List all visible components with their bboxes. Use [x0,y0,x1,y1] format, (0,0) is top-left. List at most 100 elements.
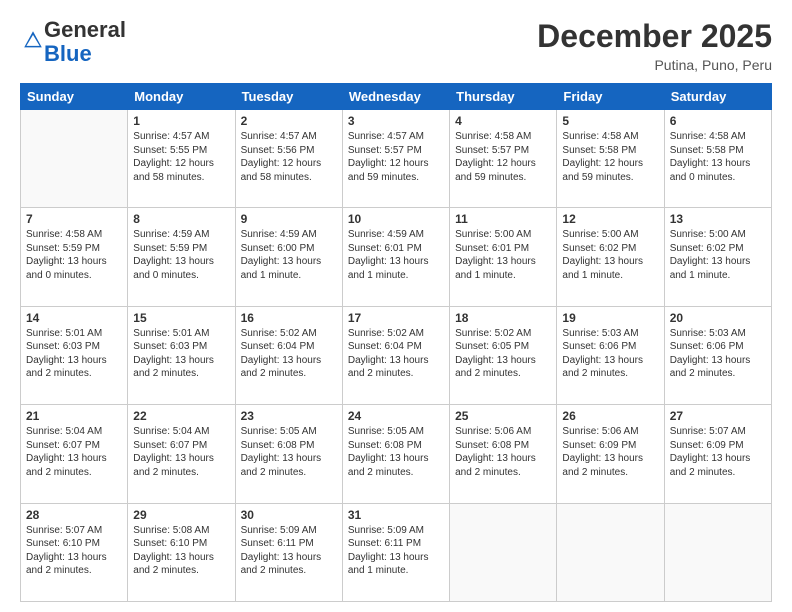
logo-icon [22,29,44,51]
day-number: 4 [455,114,551,128]
calendar-cell: 30 Sunrise: 5:09 AMSunset: 6:11 PMDayligh… [235,503,342,601]
calendar-cell: 22Sunrise: 5:04 AMSunset: 6:07 PMDayligh… [128,405,235,503]
calendar-day-header: Friday [557,84,664,110]
day-number: 25 [455,409,551,423]
calendar-day-header: Saturday [664,84,771,110]
day-info: Sunrise: 4:58 AMSunset: 5:58 PMDaylight:… [562,130,658,184]
calendar-cell: 7 Sunrise: 4:58 AMSunset: 5:59 PMDaylight… [21,208,128,306]
calendar-day-header: Tuesday [235,84,342,110]
day-number: 21 [26,409,122,423]
calendar-cell: 2Sunrise: 4:57 AMSunset: 5:56 PMDaylight… [235,110,342,208]
day-info: Sunrise: 5:02 AMSunset: 6:04 PMDaylight:… [348,327,444,381]
day-info: Sunrise: 5:07 AMSunset: 6:10 PMDaylight:… [26,524,122,578]
day-info: Sunrise: 5:00 AMSunset: 6:01 PMDaylight:… [455,228,551,282]
day-info: Sunrise: 4:58 AMSunset: 5:59 PMDaylight:… [26,228,122,282]
day-info: Sunrise: 5:05 AMSunset: 6:08 PMDaylight:… [348,425,444,479]
calendar-cell: 6 Sunrise: 4:58 AMSunset: 5:58 PMDaylight… [664,110,771,208]
calendar-cell: 31 Sunrise: 5:09 AMSunset: 6:11 PMDayligh… [342,503,449,601]
calendar-cell: 20 Sunrise: 5:03 AMSunset: 6:06 PMDayligh… [664,306,771,404]
title-area: December 2025 Putina, Puno, Peru [537,18,772,73]
day-number: 23 [241,409,337,423]
calendar-week-row: 7 Sunrise: 4:58 AMSunset: 5:59 PMDaylight… [21,208,772,306]
calendar-cell: 14 Sunrise: 5:01 AMSunset: 6:03 PMDayligh… [21,306,128,404]
logo-general-text: General [44,17,126,42]
day-number: 7 [26,212,122,226]
calendar-cell: 10 Sunrise: 4:59 AMSunset: 6:01 PMDayligh… [342,208,449,306]
day-number: 24 [348,409,444,423]
day-number: 27 [670,409,766,423]
calendar-day-header: Sunday [21,84,128,110]
day-number: 12 [562,212,658,226]
day-number: 17 [348,311,444,325]
day-number: 13 [670,212,766,226]
day-number: 10 [348,212,444,226]
day-number: 5 [562,114,658,128]
day-number: 31 [348,508,444,522]
calendar-cell: 29 Sunrise: 5:08 AMSunset: 6:10 PMDayligh… [128,503,235,601]
day-number: 20 [670,311,766,325]
day-info: Sunrise: 5:09 AMSunset: 6:11 PMDaylight:… [241,524,337,578]
calendar-cell [557,503,664,601]
location: Putina, Puno, Peru [537,57,772,73]
day-info: Sunrise: 5:01 AMSunset: 6:03 PMDaylight:… [133,327,229,381]
calendar-cell: 23 Sunrise: 5:05 AMSunset: 6:08 PMDayligh… [235,405,342,503]
calendar-cell: 4Sunrise: 4:58 AMSunset: 5:57 PMDaylight… [450,110,557,208]
calendar-cell: 24 Sunrise: 5:05 AMSunset: 6:08 PMDayligh… [342,405,449,503]
calendar-week-row: 14 Sunrise: 5:01 AMSunset: 6:03 PMDayligh… [21,306,772,404]
day-number: 22 [133,409,229,423]
day-info: Sunrise: 5:05 AMSunset: 6:08 PMDaylight:… [241,425,337,479]
day-number: 3 [348,114,444,128]
calendar-cell: 21 Sunrise: 5:04 AMSunset: 6:07 PMDayligh… [21,405,128,503]
day-info: Sunrise: 5:02 AMSunset: 6:04 PMDaylight:… [241,327,337,381]
day-info: Sunrise: 5:06 AMSunset: 6:08 PMDaylight:… [455,425,551,479]
calendar-week-row: 21 Sunrise: 5:04 AMSunset: 6:07 PMDayligh… [21,405,772,503]
calendar-cell: 1Sunrise: 4:57 AMSunset: 5:55 PMDaylight… [128,110,235,208]
day-number: 16 [241,311,337,325]
day-number: 6 [670,114,766,128]
page: General Blue December 2025 Putina, Puno,… [0,0,792,612]
day-info: Sunrise: 5:01 AMSunset: 6:03 PMDaylight:… [26,327,122,381]
day-info: Sunrise: 5:08 AMSunset: 6:10 PMDaylight:… [133,524,229,578]
calendar-cell: 8Sunrise: 4:59 AMSunset: 5:59 PMDaylight… [128,208,235,306]
calendar-header-row: SundayMondayTuesdayWednesdayThursdayFrid… [21,84,772,110]
calendar-day-header: Thursday [450,84,557,110]
day-number: 29 [133,508,229,522]
calendar-cell: 26 Sunrise: 5:06 AMSunset: 6:09 PMDayligh… [557,405,664,503]
calendar-day-header: Wednesday [342,84,449,110]
calendar-cell: 13Sunrise: 5:00 AMSunset: 6:02 PMDayligh… [664,208,771,306]
logo: General Blue [20,18,126,66]
logo-blue-text: Blue [44,41,92,66]
day-info: Sunrise: 5:07 AMSunset: 6:09 PMDaylight:… [670,425,766,479]
day-number: 14 [26,311,122,325]
day-info: Sunrise: 4:57 AMSunset: 5:56 PMDaylight:… [241,130,337,184]
calendar-day-header: Monday [128,84,235,110]
calendar-cell: 11Sunrise: 5:00 AMSunset: 6:01 PMDayligh… [450,208,557,306]
calendar-cell: 19Sunrise: 5:03 AMSunset: 6:06 PMDayligh… [557,306,664,404]
calendar-week-row: 28 Sunrise: 5:07 AMSunset: 6:10 PMDayligh… [21,503,772,601]
day-info: Sunrise: 5:02 AMSunset: 6:05 PMDaylight:… [455,327,551,381]
day-number: 30 [241,508,337,522]
calendar-cell: 27 Sunrise: 5:07 AMSunset: 6:09 PMDayligh… [664,405,771,503]
calendar-cell: 12Sunrise: 5:00 AMSunset: 6:02 PMDayligh… [557,208,664,306]
day-number: 19 [562,311,658,325]
day-info: Sunrise: 5:04 AMSunset: 6:07 PMDaylight:… [26,425,122,479]
calendar-week-row: 1Sunrise: 4:57 AMSunset: 5:55 PMDaylight… [21,110,772,208]
calendar-cell: 28 Sunrise: 5:07 AMSunset: 6:10 PMDayligh… [21,503,128,601]
month-title: December 2025 [537,18,772,55]
calendar-cell: 17 Sunrise: 5:02 AMSunset: 6:04 PMDayligh… [342,306,449,404]
day-number: 15 [133,311,229,325]
day-number: 9 [241,212,337,226]
day-info: Sunrise: 4:58 AMSunset: 5:58 PMDaylight:… [670,130,766,184]
calendar-cell [664,503,771,601]
header: General Blue December 2025 Putina, Puno,… [20,18,772,73]
day-info: Sunrise: 4:59 AMSunset: 6:01 PMDaylight:… [348,228,444,282]
day-info: Sunrise: 4:57 AMSunset: 5:57 PMDaylight:… [348,130,444,184]
day-info: Sunrise: 5:03 AMSunset: 6:06 PMDaylight:… [670,327,766,381]
day-info: Sunrise: 5:09 AMSunset: 6:11 PMDaylight:… [348,524,444,578]
day-number: 28 [26,508,122,522]
day-number: 26 [562,409,658,423]
calendar-cell: 5 Sunrise: 4:58 AMSunset: 5:58 PMDaylight… [557,110,664,208]
calendar-cell: 16 Sunrise: 5:02 AMSunset: 6:04 PMDayligh… [235,306,342,404]
day-info: Sunrise: 5:06 AMSunset: 6:09 PMDaylight:… [562,425,658,479]
day-info: Sunrise: 4:57 AMSunset: 5:55 PMDaylight:… [133,130,229,184]
